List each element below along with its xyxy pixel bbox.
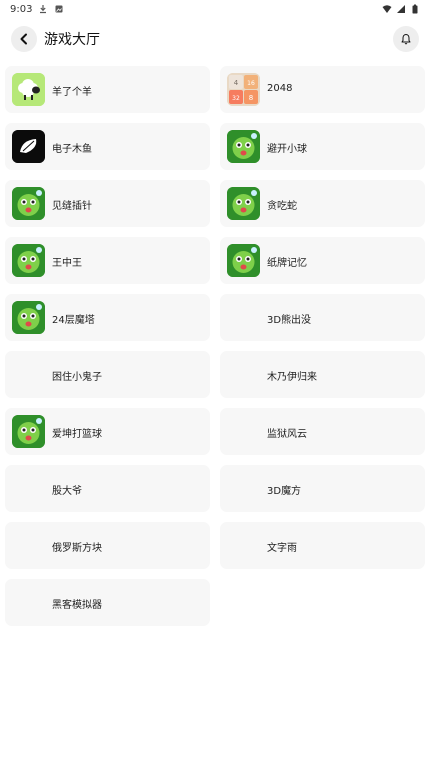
game-label: 王中王 xyxy=(52,258,82,269)
game-card[interactable]: 俄罗斯方块 xyxy=(5,522,210,569)
page-title: 游戏大厅 xyxy=(44,32,100,48)
frog-icon xyxy=(227,187,260,220)
svg-text:4: 4 xyxy=(234,79,239,87)
game-card[interactable]: 文字雨 xyxy=(220,522,425,569)
game-card[interactable]: 监狱风云 xyxy=(220,408,425,455)
game-label: 3D魔方 xyxy=(267,486,302,497)
game-label: 困住小鬼子 xyxy=(52,372,102,383)
game-card[interactable]: 电子木鱼 xyxy=(5,123,210,170)
game-label: 黑客模拟器 xyxy=(52,600,102,611)
game-label: 电子木鱼 xyxy=(52,144,92,155)
frog-icon xyxy=(227,244,260,277)
download-icon xyxy=(40,5,47,14)
game-label: 24层魔塔 xyxy=(52,315,95,326)
signal-icon xyxy=(397,5,405,13)
game-card[interactable]: 木乃伊归来 xyxy=(220,351,425,398)
game-label: 爱坤打篮球 xyxy=(52,429,102,440)
game-label: 3D熊出没 xyxy=(267,315,312,326)
wifi-icon xyxy=(382,5,392,13)
svg-text:16: 16 xyxy=(247,80,255,87)
app-header: 游戏大厅 xyxy=(0,18,430,60)
svg-text:8: 8 xyxy=(249,94,253,102)
game-label: 监狱风云 xyxy=(267,429,307,440)
game-card[interactable]: 羊了个羊 xyxy=(5,66,210,113)
frog-icon xyxy=(12,301,45,334)
wooden-fish-icon xyxy=(12,130,45,163)
game-card[interactable]: 24层魔塔 xyxy=(5,294,210,341)
notification-button[interactable] xyxy=(393,26,419,52)
frog-icon xyxy=(12,415,45,448)
game-label: 木乃伊归来 xyxy=(267,372,317,383)
game-card[interactable]: 4 16 32 8 2048 xyxy=(220,66,425,113)
game-card[interactable]: 困住小鬼子 xyxy=(5,351,210,398)
status-time: 9:03 xyxy=(10,3,33,15)
game-card[interactable]: 爱坤打篮球 xyxy=(5,408,210,455)
game-label: 贪吃蛇 xyxy=(267,201,297,212)
game-label: 股大爷 xyxy=(52,486,82,497)
frog-icon xyxy=(12,244,45,277)
game-card[interactable]: 避开小球 xyxy=(220,123,425,170)
chevron-left-icon xyxy=(20,33,27,45)
game-label: 避开小球 xyxy=(267,144,307,155)
game-card[interactable]: 见缝插针 xyxy=(5,180,210,227)
image-notification-icon xyxy=(55,5,63,13)
game-card[interactable]: 黑客模拟器 xyxy=(5,579,210,626)
game-label: 纸牌记忆 xyxy=(267,258,307,269)
back-button[interactable] xyxy=(11,26,37,52)
bell-icon xyxy=(401,34,411,45)
game-label: 见缝插针 xyxy=(52,201,92,212)
battery-icon xyxy=(412,4,418,14)
game-card[interactable]: 3D熊出没 xyxy=(220,294,425,341)
game-label: 俄罗斯方块 xyxy=(52,543,102,554)
frog-icon xyxy=(227,130,260,163)
game-card[interactable]: 贪吃蛇 xyxy=(220,180,425,227)
game-card[interactable]: 股大爷 xyxy=(5,465,210,512)
2048-icon: 4 16 32 8 xyxy=(227,73,260,106)
game-label: 羊了个羊 xyxy=(52,87,92,98)
frog-icon xyxy=(12,187,45,220)
game-card[interactable]: 3D魔方 xyxy=(220,465,425,512)
game-grid: 羊了个羊 4 16 32 8 2048 电子木鱼 避开小球 见缝插针 贪吃蛇 王… xyxy=(5,66,425,626)
status-bar: 9:03 xyxy=(0,0,430,18)
game-label: 2048 xyxy=(267,83,293,94)
sheep-icon xyxy=(12,73,45,106)
svg-text:32: 32 xyxy=(232,95,240,102)
game-label: 文字雨 xyxy=(267,543,297,554)
game-card[interactable]: 王中王 xyxy=(5,237,210,284)
game-card[interactable]: 纸牌记忆 xyxy=(220,237,425,284)
